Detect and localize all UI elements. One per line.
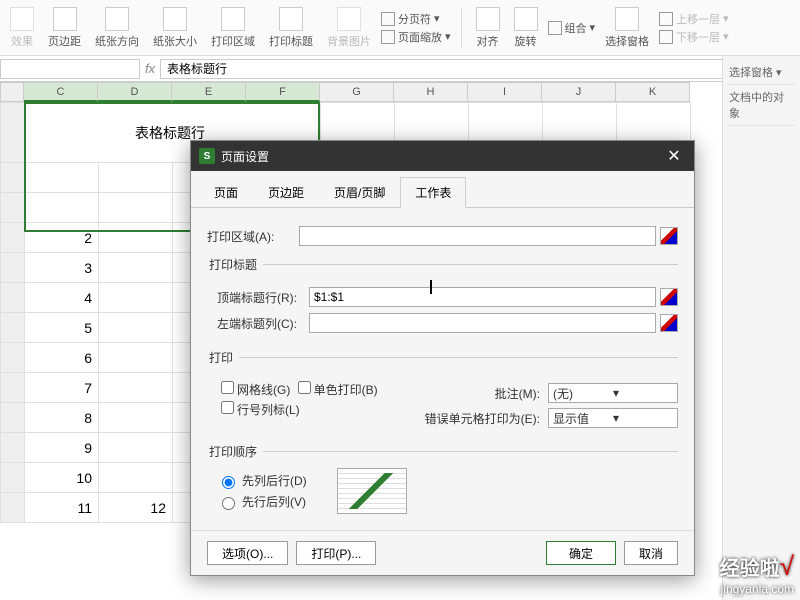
ribbon-stack-layer: 上移一层 ▾ 下移一层 ▾ [659, 11, 729, 45]
print-area-label: 打印区域(A): [207, 228, 299, 245]
tab-page[interactable]: 页面 [199, 177, 253, 207]
range-picker-icon[interactable] [660, 288, 678, 306]
ribbon-pagebreak[interactable]: 分页符 ▾ [381, 11, 451, 27]
checkmark-icon: √ [780, 551, 794, 581]
col-C[interactable]: C [24, 82, 98, 102]
ribbon-effect: 效果 [6, 5, 38, 51]
print-order-preview [337, 468, 407, 514]
order-over-radio[interactable]: 先行后列(V) [217, 493, 307, 510]
fx-icon[interactable]: fx [140, 61, 160, 76]
top-row-label: 顶端标题行(R): [217, 289, 309, 306]
range-picker-icon[interactable] [660, 227, 678, 245]
formula-bar: fx [0, 56, 800, 82]
cancel-button[interactable]: 取消 [624, 541, 678, 565]
ribbon-send-backward: 下移一层 ▾ [659, 29, 729, 45]
chevron-down-icon: ▾ [613, 411, 673, 425]
ribbon-rotate[interactable]: 旋转 [510, 5, 542, 51]
watermark: 经验啦√ jingyanla.com [720, 551, 794, 596]
order-down-radio[interactable]: 先列后行(D) [217, 472, 307, 489]
ribbon-orientation[interactable]: 纸张方向 [91, 5, 143, 51]
ribbon-print-area[interactable]: 打印区域 [207, 5, 259, 51]
left-col-input[interactable] [309, 313, 656, 333]
rp-selection-pane[interactable]: 选择窗格 ▾ [727, 60, 796, 85]
column-headers: C D E F G H I J K [0, 82, 722, 102]
comments-combo[interactable]: (无)▾ [548, 383, 678, 403]
tab-header-footer[interactable]: 页眉/页脚 [319, 177, 400, 207]
rp-doc-objects: 文档中的对象 [727, 85, 796, 126]
ribbon-stack-breaks: 分页符 ▾ 页面缩放 ▾ [381, 11, 451, 45]
right-panel: 选择窗格 ▾ 文档中的对象 [722, 56, 800, 600]
errors-label: 错误单元格打印为(E): [420, 410, 540, 427]
col-J[interactable]: J [542, 82, 616, 102]
close-button[interactable]: ✕ [662, 146, 686, 166]
ribbon: 效果 页边距 纸张方向 纸张大小 打印区域 打印标题 背景图片 分页符 ▾ 页面… [0, 0, 800, 56]
ribbon-margins[interactable]: 页边距 [44, 5, 85, 51]
bw-checkbox[interactable]: 单色打印(B) [294, 383, 378, 397]
chevron-down-icon: ▾ [590, 21, 596, 34]
ribbon-page-scale[interactable]: 页面缩放 ▾ [381, 29, 451, 45]
ribbon-selection-pane[interactable]: 选择窗格 [601, 5, 653, 51]
dialog-body: 打印区域(A): 打印标题 顶端标题行(R): 左端标题列(C): 打印 网格线… [191, 208, 694, 530]
page-setup-dialog: S 页面设置 ✕ 页面 页边距 页眉/页脚 工作表 打印区域(A): 打印标题 … [190, 140, 695, 576]
gridlines-checkbox[interactable]: 网格线(G) [217, 383, 290, 397]
range-picker-icon[interactable] [660, 314, 678, 332]
ribbon-print-titles[interactable]: 打印标题 [265, 5, 317, 51]
dialog-title: 页面设置 [221, 148, 269, 165]
ribbon-group[interactable]: 组合 ▾ [548, 20, 596, 36]
chevron-down-icon: ▾ [445, 30, 451, 43]
corner-cell[interactable] [0, 82, 24, 102]
ribbon-paper-size[interactable]: 纸张大小 [149, 5, 201, 51]
row-header[interactable] [1, 103, 25, 163]
formula-input[interactable] [160, 59, 800, 79]
chevron-down-icon: ▾ [434, 12, 440, 25]
options-button[interactable]: 选项(O)... [207, 541, 288, 565]
rowcol-checkbox[interactable]: 行号列标(L) [217, 403, 300, 417]
col-H[interactable]: H [394, 82, 468, 102]
col-G[interactable]: G [320, 82, 394, 102]
ribbon-background: 背景图片 [323, 5, 375, 51]
text-cursor-icon [430, 280, 432, 294]
col-E[interactable]: E [172, 82, 246, 102]
name-box[interactable] [0, 59, 140, 79]
dialog-titlebar[interactable]: S 页面设置 ✕ [191, 141, 694, 171]
col-K[interactable]: K [616, 82, 690, 102]
order-legend: 打印顺序 [207, 443, 263, 460]
dialog-footer: 选项(O)... 打印(P)... 确定 取消 [191, 530, 694, 575]
top-row-input[interactable] [309, 287, 656, 307]
dialog-tabs: 页面 页边距 页眉/页脚 工作表 [191, 171, 694, 208]
ok-button[interactable]: 确定 [546, 541, 616, 565]
print-titles-legend: 打印标题 [207, 256, 263, 273]
chevron-down-icon: ▾ [613, 386, 673, 400]
comments-label: 批注(M): [420, 385, 540, 402]
tab-sheet[interactable]: 工作表 [400, 177, 466, 208]
col-D[interactable]: D [98, 82, 172, 102]
print-button[interactable]: 打印(P)... [296, 541, 376, 565]
wps-logo-icon: S [199, 148, 215, 164]
ribbon-stack-group: 组合 ▾ [548, 20, 596, 36]
print-area-input[interactable] [299, 226, 656, 246]
left-col-label: 左端标题列(C): [217, 315, 309, 332]
ribbon-bring-forward: 上移一层 ▾ [659, 11, 729, 27]
col-F[interactable]: F [246, 82, 320, 102]
col-I[interactable]: I [468, 82, 542, 102]
print-legend: 打印 [207, 349, 239, 366]
errors-combo[interactable]: 显示值▾ [548, 408, 678, 428]
tab-margins[interactable]: 页边距 [253, 177, 319, 207]
ribbon-align[interactable]: 对齐 [472, 5, 504, 51]
